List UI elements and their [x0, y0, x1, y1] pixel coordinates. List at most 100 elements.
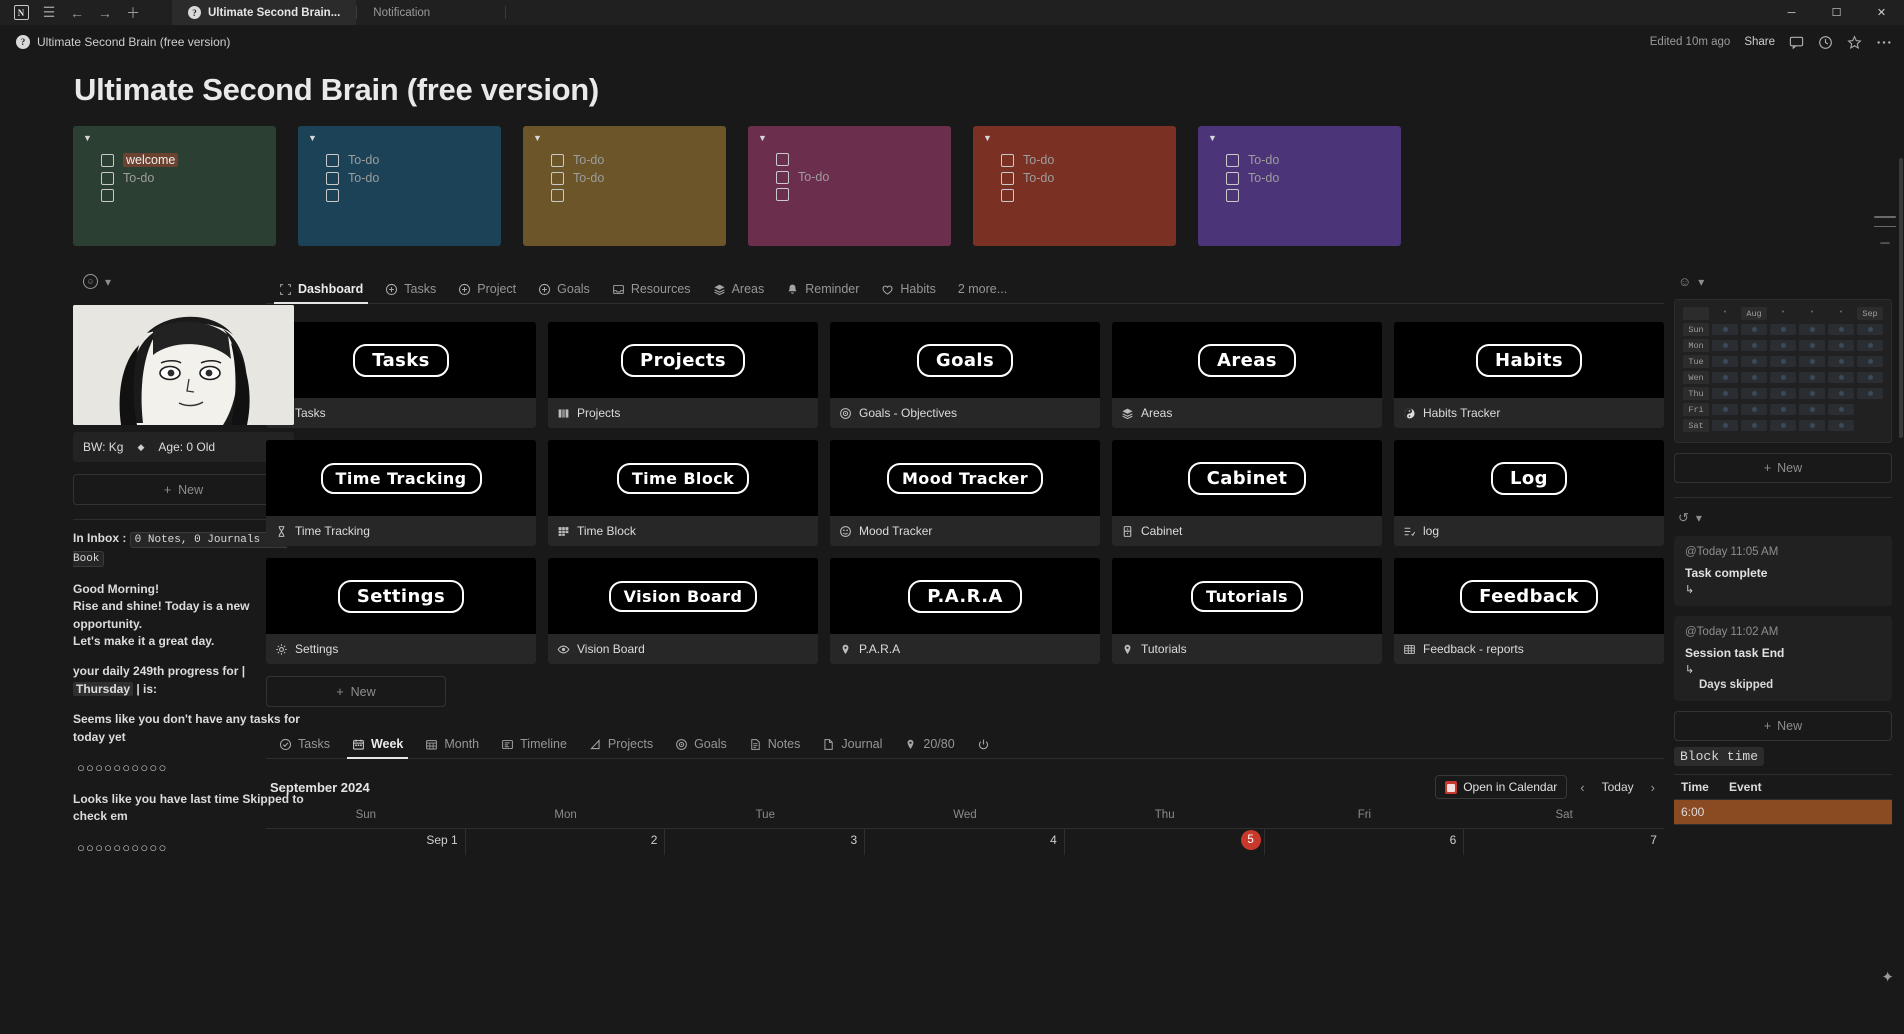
todo-item[interactable] [983, 187, 1166, 204]
star-icon[interactable] [1847, 34, 1862, 50]
calendar-tab-goals[interactable]: Goals [664, 737, 738, 758]
todo-item[interactable] [1208, 187, 1391, 204]
heatmap-cell[interactable] [1828, 356, 1854, 367]
activity-log-entry[interactable]: @Today 11:02 AM Session task End ↳ Days ski… [1674, 616, 1892, 701]
heatmap-cell[interactable] [1712, 324, 1738, 335]
dashboard-new-button[interactable]: + New [266, 676, 446, 707]
toggle-triangle-icon[interactable]: ▼ [83, 134, 266, 143]
todo-checkbox[interactable] [1226, 153, 1239, 167]
collapse-icon[interactable]: ─ [1880, 235, 1889, 250]
handle-line-icon[interactable] [1874, 225, 1896, 228]
dashboard-card[interactable]: Projects Projects [548, 322, 818, 428]
minimize-button[interactable]: ─ [1769, 0, 1814, 25]
toggle-triangle-icon[interactable]: ▼ [533, 134, 716, 143]
heatmap-cell[interactable] [1799, 420, 1825, 431]
color-card[interactable]: ▼ To-do [748, 126, 951, 246]
calendar-tab-timeline[interactable]: Timeline [490, 737, 578, 758]
heatmap-cell[interactable] [1741, 388, 1767, 399]
calendar-tab-tasks[interactable]: Tasks [268, 737, 341, 758]
todo-item[interactable]: To-do [758, 168, 941, 186]
tab-habits[interactable]: Habits [870, 282, 946, 303]
todo-checkbox[interactable] [1226, 189, 1239, 202]
card-caption[interactable]: P.A.R.A [830, 634, 1100, 664]
app-tab-ultimate-second-brain[interactable]: ? Ultimate Second Brain... [172, 0, 357, 25]
habit-block-header[interactable]: ☺ ▾ [1674, 272, 1892, 299]
tab-reminder[interactable]: Reminder [775, 282, 870, 303]
calendar-tab-month[interactable]: Month [414, 737, 490, 758]
chevron-down-icon[interactable]: ▾ [1698, 275, 1704, 289]
comment-icon[interactable] [1789, 35, 1804, 50]
sidebar-toggle-icon[interactable]: ☰ [36, 2, 62, 24]
calendar-day-cell[interactable]: 3 [665, 829, 866, 855]
open-in-calendar-button[interactable]: Open in Calendar [1435, 775, 1568, 799]
calendar-next-icon[interactable]: › [1646, 777, 1660, 798]
todo-checkbox[interactable] [1001, 171, 1014, 185]
heatmap-cell[interactable] [1828, 340, 1854, 351]
todo-checkbox[interactable] [101, 171, 114, 185]
heatmap-cell[interactable] [1857, 404, 1883, 415]
calendar-tab-projects[interactable]: Projects [578, 737, 664, 758]
chevron-down-icon[interactable]: ▾ [1696, 511, 1702, 525]
color-card[interactable]: ▼ To-do To-do [973, 126, 1176, 246]
calendar-day-cell[interactable]: 4 [865, 829, 1065, 855]
todo-item[interactable]: To-do [983, 151, 1166, 169]
card-caption[interactable]: Settings [266, 634, 536, 664]
tab-goals[interactable]: Goals [527, 282, 601, 303]
heatmap-cell[interactable] [1799, 340, 1825, 351]
chevron-down-icon[interactable]: ▾ [105, 275, 111, 289]
todo-checkbox[interactable] [551, 171, 564, 185]
heatmap-cell[interactable] [1712, 388, 1738, 399]
history-icon[interactable] [1818, 35, 1833, 50]
heatmap-cell[interactable] [1712, 420, 1738, 431]
todo-item[interactable]: To-do [1208, 151, 1391, 169]
calendar-day-cell[interactable]: 5 [1065, 829, 1265, 855]
heatmap-cell[interactable] [1741, 420, 1767, 431]
forward-arrow-icon[interactable]: → [92, 2, 118, 24]
close-button[interactable]: ✕ [1859, 0, 1904, 25]
dashboard-card[interactable]: Settings Settings [266, 558, 536, 664]
todo-item[interactable]: welcome [83, 151, 266, 169]
toggle-triangle-icon[interactable]: ▼ [758, 134, 941, 143]
card-caption[interactable]: Cabinet [1112, 516, 1382, 546]
app-tab-notification[interactable]: Notification [357, 0, 505, 25]
dashboard-card[interactable]: Time Tracking Time Tracking [266, 440, 536, 546]
handle-line-icon[interactable] [1874, 216, 1896, 218]
toggle-triangle-icon[interactable]: ▼ [1208, 134, 1391, 143]
todo-checkbox[interactable] [326, 171, 339, 185]
todo-checkbox[interactable] [1001, 153, 1014, 167]
todo-checkbox[interactable] [101, 189, 114, 202]
share-button[interactable]: Share [1744, 36, 1775, 48]
card-caption[interactable]: Habits Tracker [1394, 398, 1664, 428]
card-caption[interactable]: Time Tracking [266, 516, 536, 546]
calendar-tab-journal[interactable]: Journal [811, 737, 893, 758]
log-block-header[interactable]: ↺ ▾ [1674, 508, 1892, 536]
toggle-triangle-icon[interactable]: ▼ [308, 134, 491, 143]
heatmap-cell[interactable] [1770, 324, 1796, 335]
heatmap-cell[interactable] [1857, 356, 1883, 367]
todo-checkbox[interactable] [1001, 189, 1014, 202]
heatmap-cell[interactable] [1770, 388, 1796, 399]
tab-areas[interactable]: Areas [702, 282, 776, 303]
todo-checkbox[interactable] [101, 153, 114, 167]
ai-sparkle-icon[interactable]: ✦ [1881, 968, 1894, 986]
tab-project[interactable]: Project [447, 282, 527, 303]
heatmap-cell[interactable] [1857, 420, 1883, 431]
color-card[interactable]: ▼ To-do To-do [298, 126, 501, 246]
dashboard-card[interactable]: Feedback Feedback - reports [1394, 558, 1664, 664]
todo-checkbox[interactable] [776, 153, 789, 166]
dashboard-card[interactable]: Cabinet Cabinet [1112, 440, 1382, 546]
heatmap-cell[interactable] [1770, 404, 1796, 415]
heatmap-cell[interactable] [1741, 372, 1767, 383]
card-caption[interactable]: Feedback - reports [1394, 634, 1664, 664]
new-tab-icon[interactable]: ＋ [120, 2, 146, 24]
heatmap-cell[interactable] [1799, 404, 1825, 415]
todo-item[interactable]: To-do [533, 169, 716, 187]
calendar-tab-20-80[interactable]: 20/80 [893, 737, 965, 758]
dashboard-card[interactable]: Tasks Tasks [266, 322, 536, 428]
card-caption[interactable]: Areas [1112, 398, 1382, 428]
color-card[interactable]: ▼ To-do To-do [1198, 126, 1401, 246]
breadcrumb-page[interactable]: ? Ultimate Second Brain (free version) [10, 33, 236, 51]
notion-logo-icon[interactable]: N [8, 2, 34, 24]
calendar-tab-notes[interactable]: Notes [738, 737, 812, 758]
todo-checkbox[interactable] [551, 153, 564, 167]
